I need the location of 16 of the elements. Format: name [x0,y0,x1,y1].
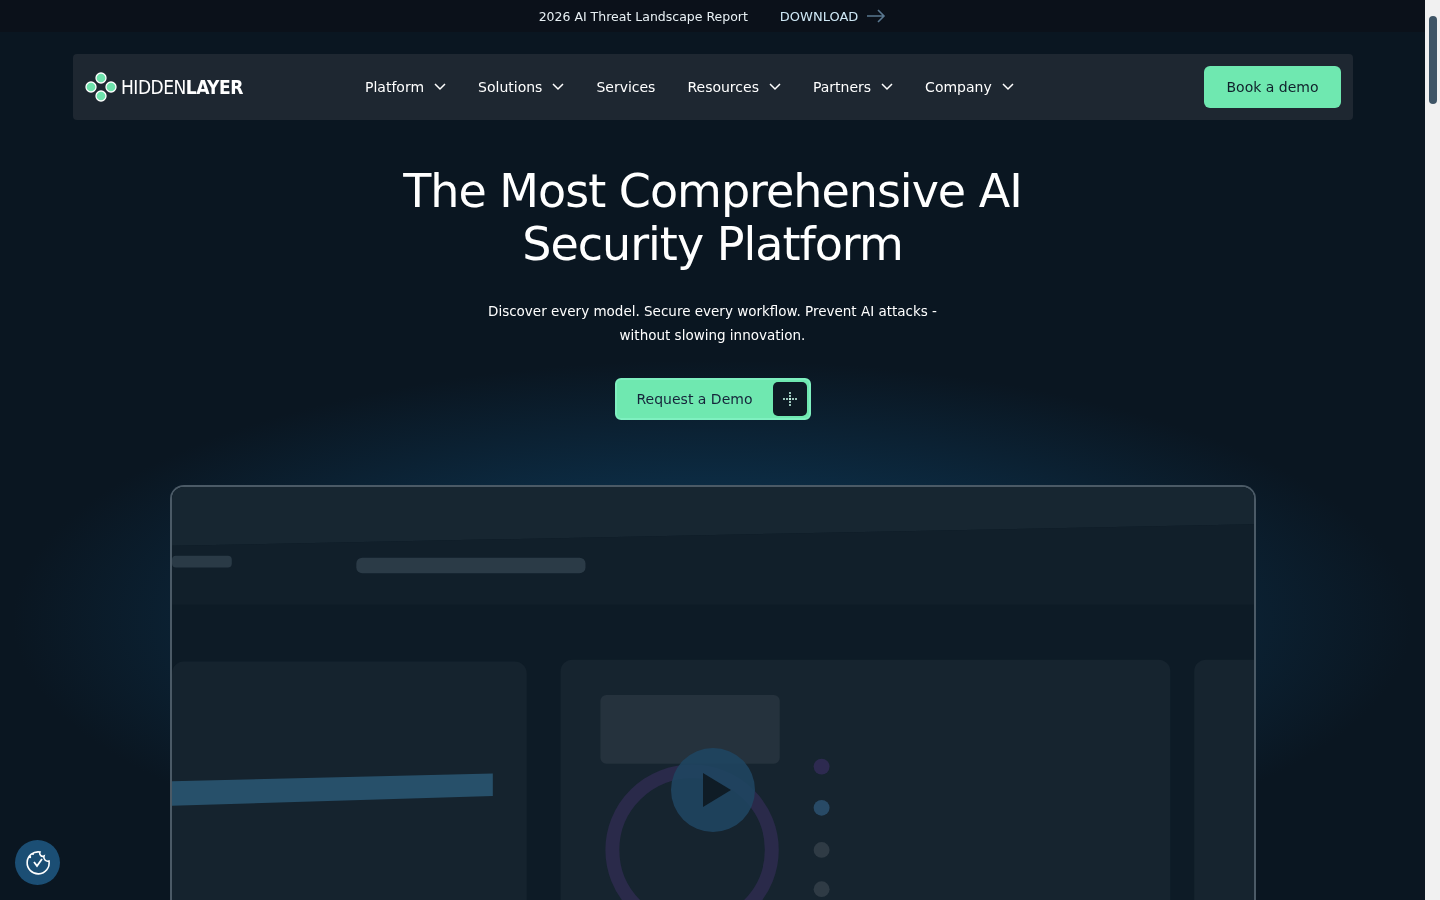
nav-link[interactable]: Company [925,79,1014,95]
nav-link[interactable]: Solutions [478,79,565,95]
scrollbar[interactable] [1425,0,1440,900]
logo-wordmark[interactable]: HIDDENLAYER [121,76,243,98]
nav-link[interactable]: Platform [365,79,447,95]
nav-link[interactable]: Partners [812,79,894,95]
download-link[interactable]: DOWNLOAD [779,8,887,24]
announcement-text: 2026 AI Threat Landscape Report [538,8,748,24]
request-demo-button[interactable]: Request a Demo [614,378,811,420]
nav-link[interactable]: Services [596,79,656,95]
nav-link[interactable]: Resources [687,79,781,95]
book-demo-button[interactable]: Book a demo [1204,66,1341,108]
logo-icon [85,72,117,102]
arrow-icon [866,9,887,23]
hero-subtitle: Discover every model. Secure every workflow. Prevent AI attacks - without slowing innovation. [487,302,938,345]
hero-title: The Most Comprehensive AI Security Platform [402,165,1023,271]
